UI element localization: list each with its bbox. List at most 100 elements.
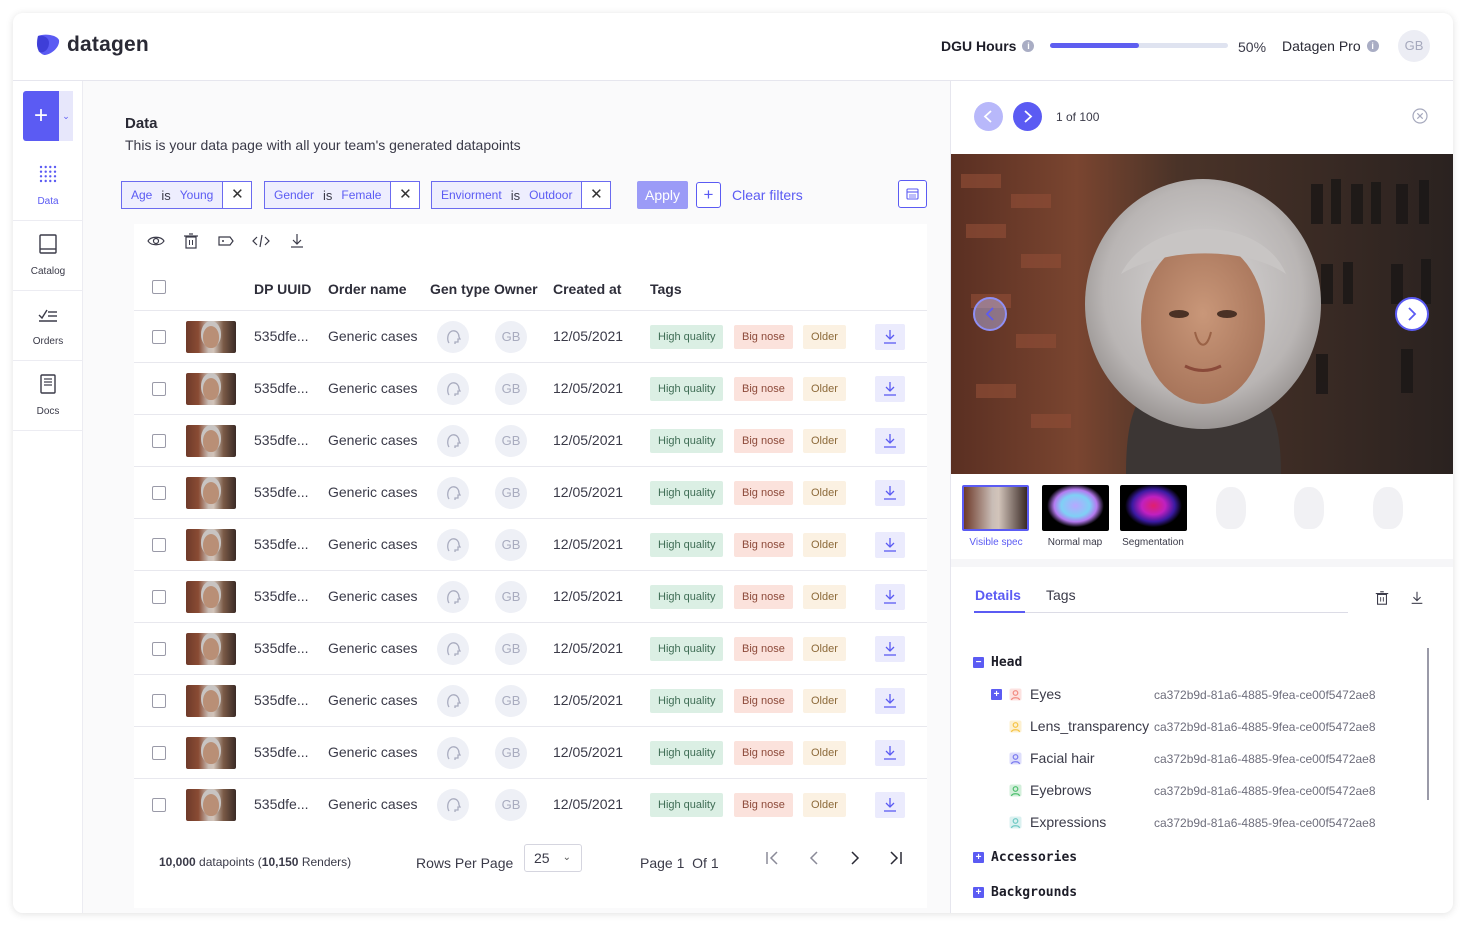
logo[interactable]: datagen bbox=[35, 33, 149, 57]
column-header-uuid[interactable]: DP UUID bbox=[254, 281, 311, 297]
table-row[interactable]: 535dfe... Generic cases GB 12/05/2021 Hi… bbox=[134, 778, 927, 830]
row-download-button[interactable] bbox=[875, 740, 905, 766]
row-checkbox[interactable] bbox=[152, 382, 166, 396]
eye-icon[interactable] bbox=[147, 232, 165, 250]
table-row[interactable]: 535dfe... Generic cases GB 12/05/2021 Hi… bbox=[134, 466, 927, 518]
column-header-tags[interactable]: Tags bbox=[650, 281, 682, 297]
table-row[interactable]: 535dfe... Generic cases GB 12/05/2021 Hi… bbox=[134, 726, 927, 778]
row-checkbox[interactable] bbox=[152, 486, 166, 500]
column-header-owner[interactable]: Owner bbox=[494, 281, 538, 297]
column-header-created-at[interactable]: Created at bbox=[553, 281, 621, 297]
column-header-order-name[interactable]: Order name bbox=[328, 281, 407, 297]
user-avatar[interactable]: GB bbox=[1398, 30, 1430, 62]
row-checkbox[interactable] bbox=[152, 434, 166, 448]
row-download-button[interactable] bbox=[875, 584, 905, 610]
row-checkbox[interactable] bbox=[152, 642, 166, 656]
sidebar-item-orders[interactable]: Orders bbox=[13, 291, 83, 361]
thumbnail-visible-spec[interactable] bbox=[962, 485, 1029, 531]
trash-icon[interactable] bbox=[182, 232, 200, 250]
datapoint-thumbnail[interactable] bbox=[186, 685, 236, 717]
close-icon[interactable]: ✕ bbox=[581, 182, 611, 208]
calendar-button[interactable] bbox=[898, 180, 927, 208]
filter-chip-environment[interactable]: Enviorment is Outdoor ✕ bbox=[431, 181, 612, 209]
tree-node-accessories[interactable]: Accessories bbox=[991, 850, 1077, 865]
table-row[interactable]: 535dfe... Generic cases GB 12/05/2021 Hi… bbox=[134, 570, 927, 622]
info-icon[interactable]: i bbox=[1022, 40, 1035, 52]
close-icon[interactable] bbox=[1412, 108, 1428, 124]
divider bbox=[951, 559, 1453, 567]
datapoint-thumbnail[interactable] bbox=[186, 737, 236, 769]
datapoint-thumbnail[interactable] bbox=[186, 373, 236, 405]
image-next-button[interactable] bbox=[1395, 297, 1429, 331]
table-row[interactable]: 535dfe... Generic cases GB 12/05/2021 Hi… bbox=[134, 362, 927, 414]
new-order-button[interactable]: + ⌄ bbox=[23, 91, 73, 141]
expand-icon[interactable]: + bbox=[991, 689, 1002, 700]
datapoint-thumbnail[interactable] bbox=[186, 425, 236, 457]
expand-icon[interactable]: + bbox=[973, 887, 984, 898]
plus-icon[interactable]: + bbox=[23, 91, 59, 141]
row-checkbox[interactable] bbox=[152, 590, 166, 604]
filter-chip-gender[interactable]: Gender is Female ✕ bbox=[264, 181, 421, 209]
previous-datapoint-button[interactable] bbox=[974, 102, 1003, 131]
tab-tags[interactable]: Tags bbox=[1046, 587, 1076, 603]
filter-chip-age[interactable]: Age is Young ✕ bbox=[121, 181, 253, 209]
datapoint-thumbnail[interactable] bbox=[186, 529, 236, 561]
row-download-button[interactable] bbox=[875, 376, 905, 402]
row-download-button[interactable] bbox=[875, 480, 905, 506]
image-prev-button[interactable] bbox=[973, 297, 1007, 331]
rows-per-page-select[interactable]: 25 ⌄ bbox=[524, 844, 582, 872]
tree-node-backgrounds[interactable]: Backgrounds bbox=[991, 885, 1077, 900]
datapoint-thumbnail[interactable] bbox=[186, 321, 236, 353]
trash-icon[interactable] bbox=[1374, 590, 1390, 606]
book-icon bbox=[39, 234, 57, 254]
table-row[interactable]: 535dfe... Generic cases GB 12/05/2021 Hi… bbox=[134, 622, 927, 674]
select-all-checkbox[interactable] bbox=[152, 280, 166, 294]
next-page-icon[interactable] bbox=[845, 849, 863, 867]
tree-scrollbar[interactable] bbox=[1427, 648, 1429, 800]
thumbnail-normal-map[interactable] bbox=[1042, 485, 1109, 531]
sidebar-item-catalog[interactable]: Catalog bbox=[13, 221, 83, 291]
add-filter-button[interactable]: + bbox=[696, 182, 721, 208]
datapoint-thumbnail[interactable] bbox=[186, 633, 236, 665]
tree-node-head[interactable]: Head bbox=[991, 655, 1022, 670]
row-checkbox[interactable] bbox=[152, 694, 166, 708]
sidebar-item-docs[interactable]: Docs bbox=[13, 361, 83, 431]
row-download-button[interactable] bbox=[875, 428, 905, 454]
next-datapoint-button[interactable] bbox=[1013, 102, 1042, 131]
sidebar-item-data[interactable]: Data bbox=[13, 151, 83, 221]
column-header-gen-type[interactable]: Gen type bbox=[430, 281, 490, 297]
row-download-button[interactable] bbox=[875, 688, 905, 714]
code-icon[interactable] bbox=[252, 232, 270, 250]
datapoint-thumbnail[interactable] bbox=[186, 581, 236, 613]
clear-filters-link[interactable]: Clear filters bbox=[732, 187, 803, 203]
table-row[interactable]: 535dfe... Generic cases GB 12/05/2021 Hi… bbox=[134, 518, 927, 570]
previous-page-icon[interactable] bbox=[806, 849, 824, 867]
chevron-down-icon[interactable]: ⌄ bbox=[59, 91, 73, 141]
table-row[interactable]: 535dfe... Generic cases GB 12/05/2021 Hi… bbox=[134, 414, 927, 466]
row-download-button[interactable] bbox=[875, 324, 905, 350]
info-icon[interactable]: i bbox=[1366, 40, 1379, 52]
last-page-icon[interactable] bbox=[886, 849, 904, 867]
download-icon[interactable] bbox=[288, 232, 306, 250]
datapoint-thumbnail[interactable] bbox=[186, 789, 236, 821]
datapoint-thumbnail[interactable] bbox=[186, 477, 236, 509]
tab-details[interactable]: Details bbox=[975, 587, 1021, 603]
collapse-icon[interactable]: − bbox=[973, 657, 984, 668]
table-row[interactable]: 535dfe... Generic cases GB 12/05/2021 Hi… bbox=[134, 674, 927, 726]
row-checkbox[interactable] bbox=[152, 538, 166, 552]
row-checkbox[interactable] bbox=[152, 330, 166, 344]
row-checkbox[interactable] bbox=[152, 746, 166, 760]
apply-button[interactable]: Apply bbox=[637, 181, 688, 209]
row-download-button[interactable] bbox=[875, 792, 905, 818]
close-icon[interactable]: ✕ bbox=[390, 182, 420, 208]
expand-icon[interactable]: + bbox=[973, 852, 984, 863]
thumbnail-segmentation[interactable] bbox=[1120, 485, 1187, 531]
row-download-button[interactable] bbox=[875, 636, 905, 662]
tag-icon[interactable] bbox=[217, 232, 235, 250]
row-download-button[interactable] bbox=[875, 532, 905, 558]
download-icon[interactable] bbox=[1409, 590, 1425, 606]
table-row[interactable]: 535dfe... Generic cases GB 12/05/2021 Hi… bbox=[134, 310, 927, 362]
row-checkbox[interactable] bbox=[152, 798, 166, 812]
close-icon[interactable]: ✕ bbox=[222, 182, 252, 208]
first-page-icon[interactable] bbox=[764, 849, 782, 867]
